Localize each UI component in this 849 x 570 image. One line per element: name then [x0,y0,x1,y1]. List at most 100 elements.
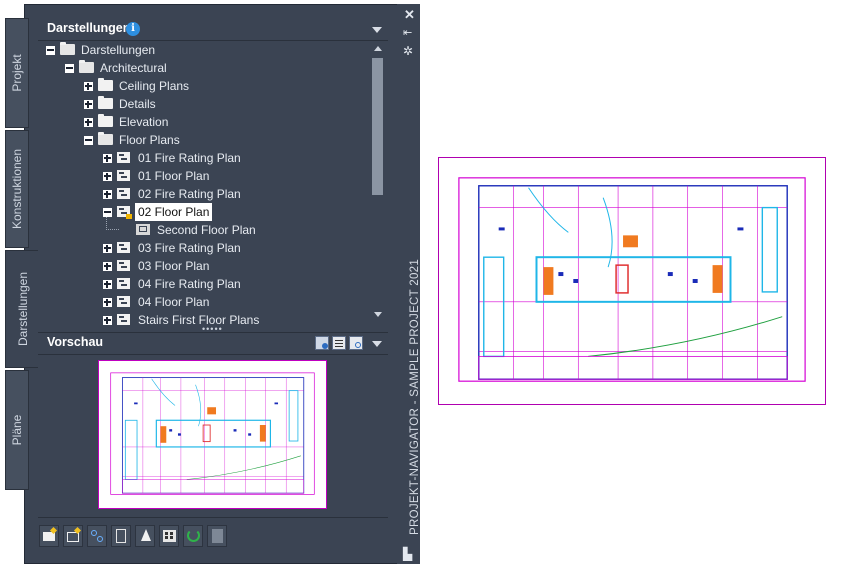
details-icon[interactable] [332,336,346,350]
scroll-down-icon[interactable] [374,312,382,317]
view-drawing-icon [117,170,130,181]
folder-icon [98,96,113,109]
folder-icon [98,78,113,91]
expand-icon[interactable] [103,244,112,253]
tree-item[interactable]: 01 Fire Rating Plan [38,149,368,167]
expand-icon[interactable] [103,280,112,289]
folder-open-icon [98,132,113,145]
expand-icon[interactable] [103,316,112,325]
tab-label: Projekt [10,54,24,92]
tree-item[interactable]: 01 Floor Plan [38,167,368,185]
expand-icon[interactable] [84,100,93,109]
info-icon[interactable]: i [126,22,140,36]
collapse-icon[interactable] [65,64,74,73]
views-tree: Darstellungen Architectural Ceiling Plans D… [38,40,388,326]
preview-thumbnail [98,360,327,509]
model-space-view-icon [136,224,150,235]
view-drawing-icon [117,296,130,307]
tree-item-label: Details [119,97,156,111]
regenerate-icon[interactable] [207,525,227,547]
new-view-icon[interactable] [63,525,83,547]
tree-connector-line [106,217,119,230]
tab-label: Pläne [10,414,24,446]
properties-grid-icon[interactable] [159,525,179,547]
collapse-icon[interactable] [84,136,93,145]
expand-icon[interactable] [103,154,112,163]
view-drawing-icon [117,152,130,163]
tree-item[interactable]: 03 Fire Rating Plan [38,239,368,257]
tree-item-label: 03 Fire Rating Plan [138,241,241,255]
tree-item-label: 03 Floor Plan [138,259,210,273]
expand-icon[interactable] [103,190,112,199]
xref-icon[interactable] [135,525,155,547]
palette-vertical-title: PROJEKT-NAVIGATOR - SAMPLE PROJECT 2021 [409,258,421,535]
view-drawing-icon [117,260,130,271]
expand-icon[interactable] [103,298,112,307]
tree-item-label: 04 Fire Rating Plan [138,277,241,291]
repath-icon[interactable] [111,525,131,547]
floor-plan-thumbnail [110,372,315,495]
tree-item-label: 02 Floor Plan [135,203,213,221]
view-drawing-icon [117,188,130,199]
tree-item-label: Elevation [119,115,169,129]
palette-menu-icon[interactable]: ▙ [403,548,412,560]
tab-label: Konstruktionen [10,148,24,230]
tree-item[interactable]: Darstellungen [38,41,368,59]
folder-open-icon [79,60,94,73]
tree-item[interactable]: Architectural [38,59,368,77]
refresh-preview-icon[interactable] [315,336,329,350]
view-drawing-icon [117,314,130,325]
preview-title: Vorschau [47,335,104,349]
tree-item[interactable]: Second Floor Plan [38,217,368,239]
close-icon[interactable]: ✕ [404,8,415,21]
tree-item-label: 01 Fire Rating Plan [138,151,241,165]
collapse-icon[interactable] [103,208,112,217]
expand-icon[interactable] [84,118,93,127]
tree-item-label: Darstellungen [81,43,156,57]
new-view-link-icon[interactable] [87,525,107,547]
tab-konstruktionen[interactable]: Konstruktionen [5,130,29,248]
panel-title: Darstellungen [47,21,131,35]
folder-icon [98,114,113,127]
floor-plan-drawing [438,157,826,405]
view-drawing-icon [117,242,130,253]
tree-item-label: Stairs First Floor Plans [138,313,260,326]
chevron-down-icon[interactable] [372,27,382,33]
new-category-icon[interactable] [39,525,59,547]
scroll-thumb[interactable] [372,58,383,195]
tab-darstellungen[interactable]: Darstellungen [5,250,39,368]
tree-item[interactable]: 02 Fire Rating Plan [38,185,368,203]
tree-item[interactable]: Ceiling Plans [38,77,368,95]
tree-item-label: Architectural [100,61,167,75]
collapse-icon[interactable] [46,46,55,55]
chevron-down-icon[interactable] [372,341,382,347]
tree-item[interactable]: 02 Floor Plan [38,203,368,221]
tree-item-label: Ceiling Plans [119,79,190,93]
tree-item[interactable]: 04 Fire Rating Plan [38,275,368,293]
tree-item[interactable]: Elevation [38,113,368,131]
tab-projekt[interactable]: Projekt [5,18,29,128]
scroll-up-icon[interactable] [374,46,382,51]
refresh-icon[interactable] [183,525,203,547]
floor-plan-graphic [457,176,807,383]
settings-icon[interactable]: ✲ [403,45,413,57]
preview-zoom-icon[interactable] [349,336,363,350]
tree-item-label: 02 Fire Rating Plan [138,187,241,201]
view-drawing-icon [117,278,130,289]
tree-item[interactable]: Details [38,95,368,113]
tree-item-label: Floor Plans [119,133,180,147]
tree-item[interactable]: 04 Floor Plan [38,293,368,311]
expand-icon[interactable] [84,82,93,91]
tab-plaene[interactable]: Pläne [5,370,29,490]
auto-hide-icon[interactable]: ⇤ [403,27,412,39]
tree-item-label: 04 Floor Plan [138,295,210,309]
folder-open-icon [60,42,75,55]
tab-label: Darstellungen [15,271,30,347]
tree-item[interactable]: Floor Plans [38,131,368,149]
expand-icon[interactable] [103,172,112,181]
tree-item[interactable]: 03 Floor Plan [38,257,368,275]
tree-item-label: 01 Floor Plan [138,169,210,183]
tree-item-label: Second Floor Plan [157,223,256,237]
expand-icon[interactable] [103,262,112,271]
lock-icon [126,214,132,219]
